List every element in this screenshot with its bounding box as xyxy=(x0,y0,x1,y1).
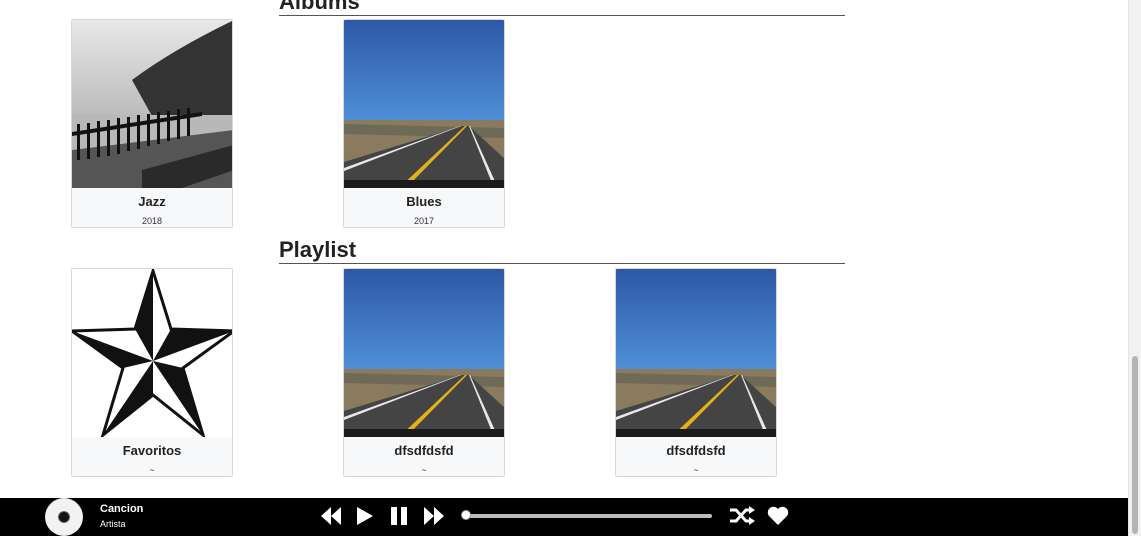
album-title: Blues xyxy=(406,194,442,209)
playlist-card[interactable]: dfsdfdsfd ~ xyxy=(615,268,777,477)
playlist-heading: Playlist xyxy=(279,238,845,264)
playlist-title: dfsdfdsfd xyxy=(394,443,454,458)
pause-icon[interactable] xyxy=(389,505,409,527)
playlist-card[interactable]: dfsdfdsfd ~ xyxy=(343,268,505,477)
album-title: Jazz xyxy=(138,194,166,209)
playlist-cover-image xyxy=(616,269,777,437)
rewind-icon[interactable] xyxy=(320,505,342,527)
playlist-title: dfsdfdsfd xyxy=(666,443,726,458)
albums-heading: Albums xyxy=(279,0,845,16)
album-card-jazz[interactable]: Jazz 2018 xyxy=(71,19,233,228)
album-year: 2017 xyxy=(413,216,435,226)
vertical-scrollbar[interactable] xyxy=(1128,0,1141,536)
current-song-artist: Artista xyxy=(100,519,126,529)
playlist-card-favoritos[interactable]: Favoritos ~ xyxy=(71,268,233,477)
playlist-cover-image xyxy=(72,269,233,437)
playlist-title: Favoritos xyxy=(122,443,182,458)
scrollbar-thumb[interactable] xyxy=(1132,356,1138,534)
album-art-disc-icon xyxy=(45,498,83,536)
album-cover-image xyxy=(72,20,233,188)
play-icon[interactable] xyxy=(355,505,375,527)
fast-forward-icon[interactable] xyxy=(423,505,445,527)
music-player-bar: Cancion Artista xyxy=(0,498,1128,536)
playlist-subtitle: ~ xyxy=(149,465,155,475)
playlist-subtitle: ~ xyxy=(693,465,699,475)
progress-slider[interactable] xyxy=(461,510,712,520)
shuffle-icon[interactable] xyxy=(729,505,755,527)
progress-knob[interactable] xyxy=(461,510,471,520)
current-song-title: Cancion xyxy=(100,503,144,515)
album-card-blues[interactable]: Blues 2017 xyxy=(343,19,505,228)
album-cover-image xyxy=(344,20,505,188)
album-year: 2018 xyxy=(141,216,163,226)
heart-icon[interactable] xyxy=(767,505,789,527)
playlist-cover-image xyxy=(344,269,505,437)
playlist-subtitle: ~ xyxy=(421,465,427,475)
